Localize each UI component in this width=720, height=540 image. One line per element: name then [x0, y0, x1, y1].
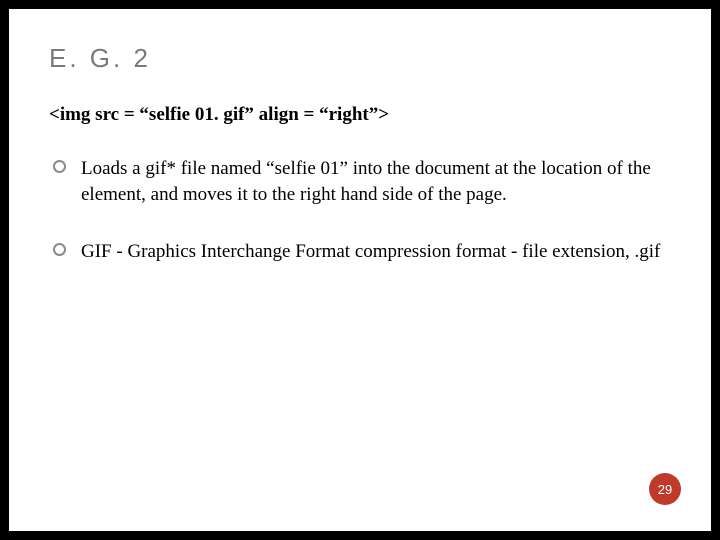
- slide-title: E. G. 2: [49, 43, 671, 74]
- code-example: <img src = “selfie 01. gif” align = “rig…: [49, 104, 671, 126]
- list-item: Loads a gif* file named “selfie 01” into…: [53, 156, 671, 207]
- list-item: GIF - Graphics Interchange Format compre…: [53, 239, 671, 265]
- slide: E. G. 2 <img src = “selfie 01. gif” alig…: [9, 9, 711, 531]
- page-number-badge: 29: [649, 473, 681, 505]
- circle-bullet-icon: [53, 160, 66, 173]
- list-item-text: GIF - Graphics Interchange Format compre…: [81, 241, 660, 262]
- bullet-list: Loads a gif* file named “selfie 01” into…: [49, 156, 671, 265]
- circle-bullet-icon: [53, 243, 66, 256]
- page-number: 29: [658, 482, 672, 497]
- list-item-text: Loads a gif* file named “selfie 01” into…: [81, 158, 651, 205]
